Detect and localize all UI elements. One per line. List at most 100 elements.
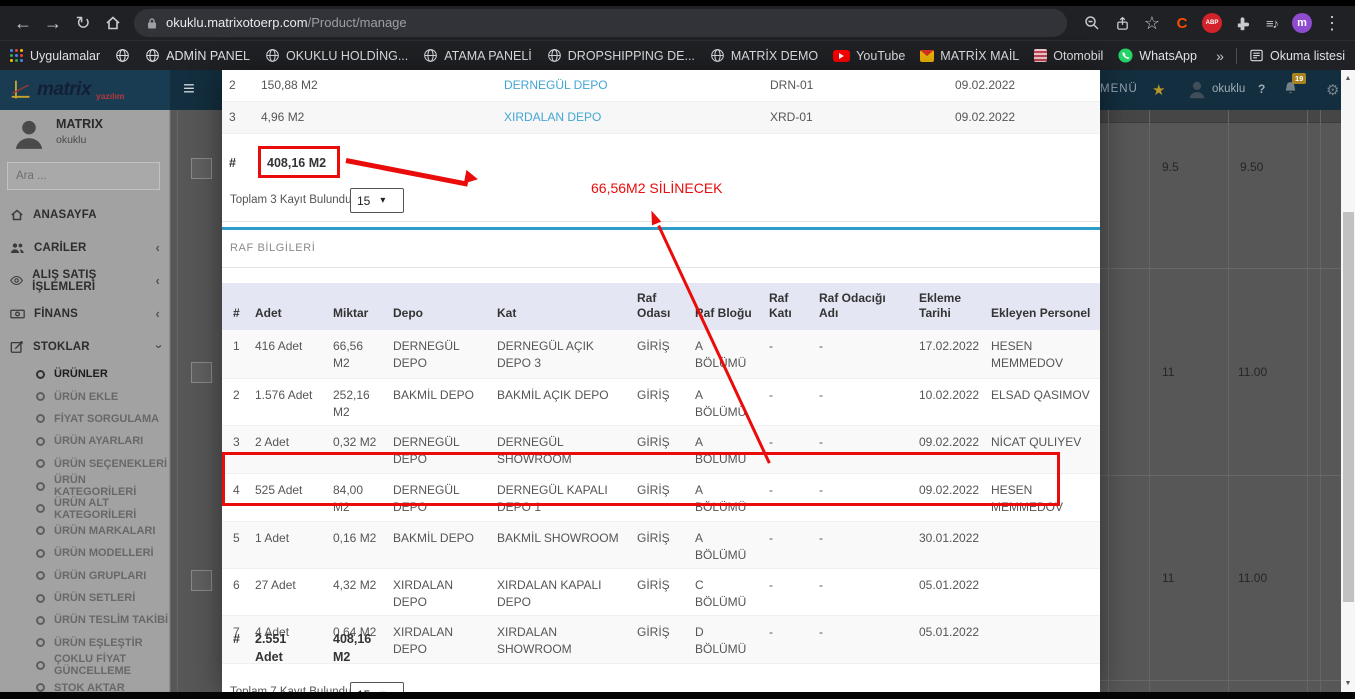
menu-button[interactable]: MENÜ [1100, 83, 1138, 95]
divider [1307, 110, 1308, 699]
app-logo[interactable]: matrix yazılım [0, 70, 170, 110]
sidebar-toggle-hamburger-icon[interactable]: ≡ [176, 75, 202, 103]
bookmark-matrix-mail[interactable]: MATRİX MAİL [920, 49, 1019, 63]
forward-icon[interactable]: → [38, 8, 68, 38]
lock-icon [146, 17, 158, 30]
scrollbar-thumb[interactable] [1342, 212, 1354, 602]
back-icon[interactable]: ← [8, 8, 38, 38]
page-size-select-bottom[interactable]: 15 ▾ [350, 682, 404, 692]
sidebar-item-urun-ayarlari[interactable]: ÜRÜN AYARLARI [0, 430, 170, 452]
raf-row: 2 1.576 Adet 252,16 M2 BAKMİL DEPO BAKMİL AÇ… [222, 378, 1100, 426]
bookmarks-overflow-chevron[interactable]: » [1216, 48, 1224, 64]
bookmark-atama-paneli[interactable]: ATAMA PANELİ [423, 48, 532, 63]
otomobil-icon [1034, 49, 1048, 62]
background-table: 9.5 9.50 11 11.00 11 11.00 [1100, 110, 1341, 699]
divider [1100, 475, 1341, 476]
sidebar-item-urun-teslim-takibi[interactable]: ÜRÜN TESLİM TAKİBİ [0, 609, 170, 631]
sidebar-item-anasayfa[interactable]: ANASAYFA [0, 198, 170, 231]
background-cell: 11 [1162, 571, 1175, 585]
zoom-indicator-icon[interactable] [1077, 8, 1107, 38]
bookmark-globe[interactable] [115, 48, 130, 63]
playlist-extension-icon[interactable]: ≡♪ [1257, 8, 1287, 38]
bookmark-youtube[interactable]: YouTube [833, 49, 905, 63]
profile-avatar[interactable]: m [1287, 8, 1317, 38]
annotation-box-total [258, 146, 340, 178]
raf-row: 1 416 Adet 66,56 M2 DERNEGÜL DEPO DERNEGÜL A… [222, 330, 1100, 379]
divider [1100, 268, 1341, 269]
topbar-username[interactable]: okuklu [1212, 83, 1245, 95]
sidebar-item-urunler[interactable]: ÜRÜNLER [0, 363, 170, 385]
sidebar-user: MATRIX okuklu [12, 117, 103, 151]
depo-link[interactable]: DERNEGÜL DEPO [504, 78, 608, 92]
table-row: 3 4,96 M2 XIRDALAN DEPO XRD-01 09.02.202… [222, 101, 1100, 134]
sidebar-item-urun-setleri[interactable]: ÜRÜN SETLERİ [0, 587, 170, 609]
bookmarks-bar: Uygulamalar ADMİN PANEL OKUKLU HOLDİNG..… [0, 40, 1355, 70]
background-cell: 9.5 [1162, 160, 1179, 174]
bullet-icon [36, 414, 45, 424]
bookmark-admin-panel[interactable]: ADMİN PANEL [145, 48, 250, 63]
depo-link[interactable]: XIRDALAN DEPO [504, 110, 601, 124]
sidebar: MATRIX okuklu ANASAYFA CARİLER ‹ [0, 110, 170, 699]
divider [1228, 110, 1229, 699]
sidebar-item-urun-markalari[interactable]: ÜRÜN MARKALARI [0, 520, 170, 542]
bookmark-star-icon[interactable]: ☆ [1137, 8, 1167, 38]
sidebar-item-urun-ekle[interactable]: ÜRÜN EKLE [0, 385, 170, 407]
page-size-select[interactable]: 15 ▾ [350, 188, 404, 213]
home-icon[interactable] [98, 8, 128, 38]
reload-icon[interactable]: ↻ [68, 8, 98, 38]
sidebar-item-urun-gruplari[interactable]: ÜRÜN GRUPLARI [0, 565, 170, 587]
depo-cell: XIRDALAN DEPO [497, 101, 763, 134]
background-checkbox-column [170, 110, 222, 699]
sidebar-item-alis-satis[interactable]: ALIŞ SATIŞ İŞLEMLERİ ‹ [0, 264, 170, 297]
sidebar-item-urun-kategorileri[interactable]: ÜRÜN KATEGORİLERİ [0, 474, 170, 498]
divider [222, 267, 1100, 268]
bookmark-matrix-demo[interactable]: MATRİX DEMO [710, 48, 818, 63]
bullet-icon [36, 615, 45, 625]
url-bar[interactable]: okuklu.matrixotoerp.com/Product/manage [134, 9, 1067, 37]
colorzilla-extension-icon[interactable]: C [1167, 8, 1197, 38]
sidebar-search [7, 162, 170, 190]
sidebar-item-finans[interactable]: FİNANS ‹ [0, 297, 170, 330]
youtube-icon [833, 49, 851, 62]
background-table-header [1100, 110, 1341, 123]
annotation-arrowhead [463, 169, 480, 187]
reading-list-button[interactable]: Okuma listesi [1249, 48, 1345, 63]
row-checkbox[interactable] [191, 158, 212, 179]
sidebar-item-coklu-fiyat-guncelleme[interactable]: ÇOKLU FİYAT GÜNCELLEME [0, 653, 170, 677]
table-row: 2 150,88 M2 DERNEGÜL DEPO DRN-01 09.02.2… [222, 70, 1100, 102]
bullet-icon [36, 481, 45, 491]
bookmark-whatsapp[interactable]: WhatsApp [1118, 48, 1197, 63]
settings-gear-icon[interactable]: ⚙ [1326, 81, 1339, 99]
user-avatar-icon[interactable] [1186, 78, 1208, 107]
share-icon[interactable] [1107, 8, 1137, 38]
sidebar-item-urun-alt-kategorileri[interactable]: ÜRÜN ALT KATEGORİLERİ [0, 497, 170, 521]
depo-cell: DERNEGÜL DEPO [497, 70, 763, 102]
sidebar-item-urun-secenekleri[interactable]: ÜRÜN SEÇENEKLERİ [0, 453, 170, 475]
adblock-extension-icon[interactable]: ABP [1197, 8, 1227, 38]
divider [1149, 110, 1150, 699]
sidebar-item-urun-eslestir[interactable]: ÜRÜN EŞLEŞTİR [0, 632, 170, 654]
sidebar-item-cariler[interactable]: CARİLER ‹ [0, 231, 170, 264]
logo-axis-icon [11, 80, 30, 99]
row-checkbox[interactable] [191, 362, 212, 383]
favorites-star-icon[interactable]: ★ [1152, 81, 1165, 99]
help-button[interactable]: ? [1258, 82, 1265, 96]
scroll-up-icon[interactable]: ▲ [1341, 71, 1355, 85]
browser-menu-icon[interactable]: ⋮ [1317, 8, 1347, 38]
browser-chrome: ← → ↻ okuklu.matrixotoerp.com/Product/ma… [0, 0, 1355, 70]
users-icon [10, 242, 24, 253]
scroll-down-icon[interactable]: ▼ [1341, 676, 1355, 690]
sidebar-item-stoklar[interactable]: STOKLAR ‹ [0, 330, 170, 363]
raf-total-adet: 2.551 Adet [255, 632, 287, 664]
search-input[interactable] [16, 170, 170, 182]
bookmark-otomobil[interactable]: Otomobil [1034, 49, 1103, 63]
bookmark-dropshipping[interactable]: DROPSHIPPING DE... [547, 48, 695, 63]
apps-grid-icon [10, 48, 24, 63]
bookmark-okuklu-holding[interactable]: OKUKLU HOLDİNG... [265, 48, 408, 63]
extensions-puzzle-icon[interactable] [1227, 8, 1257, 38]
bookmark-apps[interactable]: Uygulamalar [10, 48, 100, 63]
sidebar-item-urun-modelleri[interactable]: ÜRÜN MODELLERİ [0, 542, 170, 564]
row-checkbox[interactable] [191, 570, 212, 591]
divider [1108, 110, 1109, 699]
sidebar-item-fiyat-sorgulama[interactable]: FİYAT SORGULAMA [0, 408, 170, 430]
